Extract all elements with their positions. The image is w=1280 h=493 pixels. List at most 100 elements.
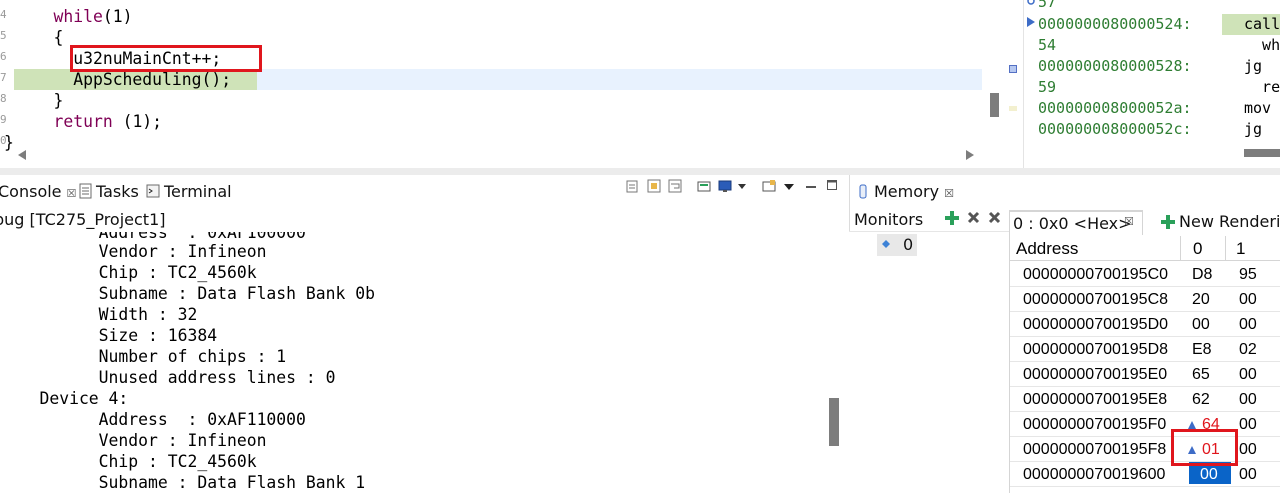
chevron-down-icon[interactable]: [784, 184, 794, 190]
close-icon[interactable]: ☒: [1124, 215, 1134, 228]
editor-horizontal-scrollbar[interactable]: [14, 145, 982, 165]
line-number: 6: [0, 50, 7, 63]
column-header-1: 1: [1236, 239, 1246, 258]
disassembly-view[interactable]: 57 0000000080000524: call 54 whi 0000000…: [1023, 0, 1280, 168]
memory-byte[interactable]: 95: [1239, 262, 1257, 287]
instruction-pointer-icon: [1027, 17, 1035, 27]
chevron-down-icon[interactable]: [738, 184, 746, 190]
console-line: Unused address lines : 0: [0, 368, 336, 387]
highlight-box: [70, 45, 262, 72]
memory-address: 00000000700195C0: [1023, 266, 1169, 283]
table-row[interactable]: 00000000700195F8 01 00: [1010, 437, 1280, 462]
tab-rendering[interactable]: 0 : 0x0 <Hex> ☒: [1010, 210, 1143, 235]
console-line: Chip : TC2_4560k: [0, 263, 257, 282]
editor-scroll-thumb[interactable]: [990, 93, 999, 117]
source-line-number: 59: [1038, 78, 1057, 96]
scroll-lock-icon[interactable]: [647, 179, 661, 193]
scroll-left-icon[interactable]: [18, 150, 26, 160]
clear-console-icon[interactable]: [626, 179, 640, 193]
code-line[interactable]: while(1): [14, 6, 132, 27]
scroll-right-icon[interactable]: [966, 150, 974, 160]
code-line[interactable]: }: [4, 132, 14, 153]
panel-divider[interactable]: [0, 168, 1280, 175]
disassembly-scroll-thumb[interactable]: [1244, 149, 1280, 157]
table-row[interactable]: 00000000700195F0 64 00: [1010, 412, 1280, 437]
instruction-mnemonic: jg: [1244, 120, 1263, 138]
monitors-label: Monitors: [854, 210, 924, 229]
console-scroll-thumb[interactable]: [829, 398, 839, 446]
console-line: Subname : Data Flash Bank 1: [0, 473, 366, 492]
memory-byte[interactable]: 00: [1239, 312, 1257, 337]
memory-byte[interactable]: 62: [1192, 387, 1210, 412]
ruler-marker[interactable]: [1009, 106, 1017, 111]
console-line: Chip : TC2_4560k: [0, 452, 257, 471]
console-session-label: bug [TC275_Project1]: [0, 210, 166, 229]
tab-terminal[interactable]: Terminal: [164, 182, 232, 201]
remove-all-monitors-icon[interactable]: [987, 210, 1002, 225]
table-row[interactable]: 0000000070019600 00 00: [1010, 462, 1280, 487]
instruction-address: 000000008000052c:: [1038, 120, 1192, 138]
column-divider: [1180, 236, 1181, 261]
memory-byte[interactable]: 00: [1239, 287, 1257, 312]
word-wrap-icon[interactable]: [668, 179, 682, 193]
memory-byte[interactable]: 00: [1239, 462, 1257, 487]
tab-memory[interactable]: Memory ☒: [874, 182, 954, 201]
tab-console[interactable]: Console ☒: [0, 182, 76, 201]
column-divider: [1225, 236, 1226, 261]
memory-byte[interactable]: 00: [1239, 362, 1257, 387]
memory-icon: [859, 184, 867, 199]
memory-byte[interactable]: 00: [1239, 437, 1257, 462]
memory-address: 00000000700195E0: [1023, 366, 1168, 383]
console-output[interactable]: Address : 0xAF100000 Vendor : Infineon C…: [0, 232, 826, 493]
table-row[interactable]: 00000000700195E8 62 00: [1010, 387, 1280, 412]
table-row[interactable]: 00000000700195D0 00 00: [1010, 312, 1280, 337]
instruction-mnemonic: jg: [1244, 57, 1263, 75]
memory-address: 00000000700195F0: [1023, 416, 1167, 433]
memory-byte[interactable]: 00: [1239, 412, 1257, 437]
memory-address: 00000000700195D0: [1023, 316, 1169, 333]
console-line: Vendor : Infineon: [0, 242, 267, 261]
memory-byte[interactable]: 20: [1192, 287, 1210, 312]
memory-byte[interactable]: 65: [1192, 362, 1210, 387]
add-monitor-icon[interactable]: [945, 211, 959, 225]
monitor-item[interactable]: 0: [877, 234, 917, 256]
code-editor[interactable]: 4 5 6 7 8 9 0 while(1) { u32nuMainCnt++;…: [0, 0, 1010, 168]
console-line: Device 4:: [0, 389, 129, 408]
new-rendering-tab[interactable]: New Rendering: [1179, 212, 1280, 231]
changed-value-icon: [1188, 421, 1196, 429]
console-scrollbar[interactable]: [826, 232, 846, 493]
console-line: Subname : Data Flash Bank 0b: [0, 284, 375, 303]
line-number: 4: [0, 8, 7, 21]
memory-byte[interactable]: 00: [1239, 387, 1257, 412]
code-line[interactable]: return (1);: [14, 111, 162, 132]
memory-byte[interactable]: D8: [1192, 262, 1212, 287]
maximize-icon[interactable]: [827, 180, 837, 190]
remove-monitor-icon[interactable]: [967, 211, 980, 224]
table-row[interactable]: 00000000700195C8 20 00: [1010, 287, 1280, 312]
console-line: Size : 16384: [0, 326, 218, 345]
code-line[interactable]: }: [14, 90, 63, 111]
code-line[interactable]: {: [14, 27, 63, 48]
line-number: 7: [0, 71, 7, 84]
source-line-number: 57: [1038, 0, 1057, 11]
table-row[interactable]: 00000000700195E0 65 00: [1010, 362, 1280, 387]
editor-vertical-scrollbar[interactable]: [986, 0, 1002, 145]
tab-tasks[interactable]: Tasks: [96, 182, 139, 201]
overview-ruler[interactable]: [1003, 0, 1023, 168]
minimize-icon[interactable]: [806, 186, 816, 189]
ruler-marker[interactable]: [1009, 65, 1017, 73]
monitors-header: Monitors: [849, 208, 1009, 232]
display-console-icon[interactable]: [718, 179, 732, 193]
line-number: 9: [0, 113, 7, 126]
pin-console-icon[interactable]: [697, 179, 711, 193]
memory-byte[interactable]: 00: [1192, 312, 1210, 337]
memory-byte[interactable]: E8: [1192, 337, 1212, 362]
code-line[interactable]: AppScheduling();: [14, 69, 231, 90]
new-rendering-icon[interactable]: [1161, 215, 1175, 229]
open-console-icon[interactable]: [762, 179, 776, 193]
memory-byte[interactable]: 02: [1239, 337, 1257, 362]
monitors-list[interactable]: [849, 232, 1009, 493]
table-row[interactable]: 00000000700195C0 D8 95: [1010, 262, 1280, 287]
table-row[interactable]: 00000000700195D8 E8 02: [1010, 337, 1280, 362]
memory-address: 0000000070019600: [1023, 466, 1166, 483]
